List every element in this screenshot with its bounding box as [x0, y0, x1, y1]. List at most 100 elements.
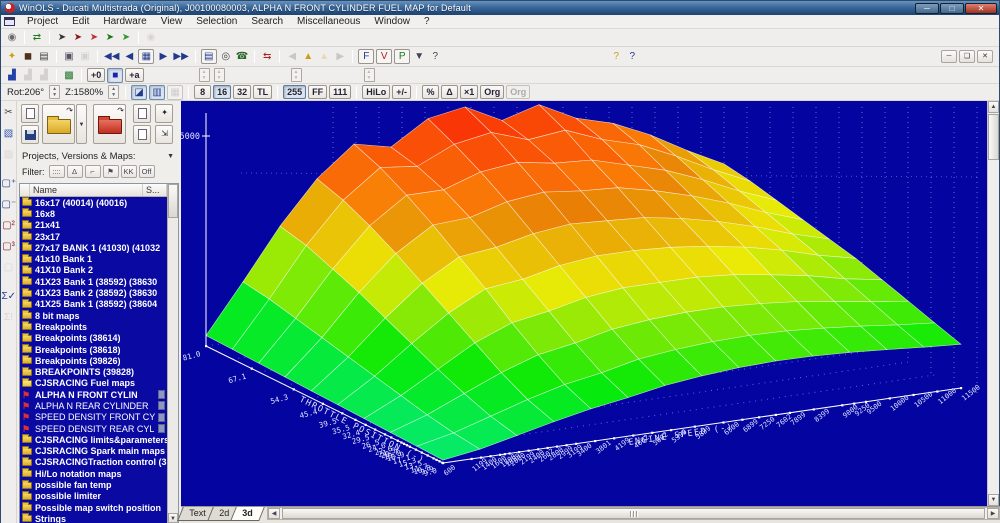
scroll-down-icon[interactable]: ▼: [988, 494, 999, 506]
filter-button-3[interactable]: ⚑: [103, 165, 119, 178]
tree-item[interactable]: 8 bit maps: [20, 310, 178, 321]
copy-icon[interactable]: ▧: [2, 126, 16, 141]
tree-header-size[interactable]: S...: [143, 184, 167, 196]
minimize-button[interactable]: ─: [915, 3, 939, 14]
scope-combo[interactable]: Projects, Versions & Maps: ▼: [17, 149, 181, 164]
prev-map-icon[interactable]: ◀: [121, 49, 137, 64]
cut-icon[interactable]: ✂: [2, 105, 16, 120]
view-bars-icon[interactable]: ▥: [149, 85, 165, 100]
offset-zero-button[interactable]: +0: [87, 68, 105, 82]
filter-button-5[interactable]: Off: [139, 165, 155, 178]
mdi-close-button[interactable]: ✕: [977, 50, 993, 63]
bits-float-button[interactable]: TL: [253, 85, 272, 99]
add-version-button[interactable]: [133, 104, 151, 123]
filter-button-0[interactable]: ::::: [49, 165, 65, 178]
tip-icon[interactable]: ?: [608, 49, 624, 64]
tree-item[interactable]: 16x17 (40014) (40016): [20, 197, 178, 208]
remove-version-icon[interactable]: ▢⁻: [2, 197, 16, 212]
chart-vertical-scrollbar[interactable]: ▲ ▼: [987, 101, 999, 506]
tree-item[interactable]: CJSRACING Fuel maps: [20, 378, 178, 389]
tab-3d[interactable]: 3d: [230, 507, 264, 521]
menu-search[interactable]: Search: [244, 15, 290, 29]
menu-hardware[interactable]: Hardware: [96, 15, 153, 29]
tree-scrollbar-thumb[interactable]: [168, 184, 178, 218]
cursor-mark-icon[interactable]: ➤: [54, 30, 70, 45]
fill-blue-icon[interactable]: ■: [107, 68, 123, 83]
tree-item[interactable]: BREAKPOINTS (39828): [20, 366, 178, 377]
tree-header-icon-col[interactable]: [20, 184, 30, 196]
tree-item[interactable]: 41X10 Bank 2: [20, 265, 178, 276]
display-hex-button[interactable]: FF: [308, 85, 327, 99]
new-version-icon[interactable]: ▢⁺: [2, 176, 16, 191]
percent-button[interactable]: %: [422, 85, 439, 99]
tree-item[interactable]: 41X23 Bank 1 (38592) (38630: [20, 276, 178, 287]
times1-button[interactable]: ×1: [460, 85, 478, 99]
filter-button-4[interactable]: KK: [121, 165, 137, 178]
tree-item[interactable]: 27x17 BANK 1 (41030) (41032: [20, 242, 178, 253]
save-project-button[interactable]: [21, 125, 39, 144]
maximize-button[interactable]: □: [940, 3, 964, 14]
display-dec-button[interactable]: 255: [283, 85, 306, 99]
export-map-button[interactable]: ⇲: [155, 125, 173, 144]
help-icon[interactable]: ?: [427, 49, 443, 64]
tree-item[interactable]: Breakpoints: [20, 321, 178, 332]
bits-16-button[interactable]: 16: [213, 85, 231, 99]
tree-item[interactable]: ⚑ALPHA N FRONT CYLIN23: [20, 389, 178, 400]
tree-item[interactable]: 41x10 Bank 1: [20, 253, 178, 264]
menu-view[interactable]: View: [154, 15, 190, 29]
sync-arrows-icon[interactable]: ⇄: [29, 30, 45, 45]
tree-item[interactable]: CJSRACING Spark main maps: [20, 446, 178, 457]
map-list-icon[interactable]: ▤: [201, 49, 217, 64]
cursor-append-icon[interactable]: ➤: [118, 30, 134, 45]
filter-button-2[interactable]: ⌐: [85, 165, 101, 178]
sign-button[interactable]: +/-: [392, 85, 411, 99]
wizard-icon[interactable]: ✦: [4, 49, 20, 64]
context-help-icon[interactable]: ?: [624, 49, 640, 64]
bits-32-button[interactable]: 32: [233, 85, 251, 99]
spinner[interactable]: ▲▼: [108, 85, 119, 99]
hscroll-thumb[interactable]: [282, 508, 985, 519]
version2-icon[interactable]: ▢²: [2, 218, 16, 233]
next-map-icon[interactable]: ▶: [155, 49, 171, 64]
tree-scroll-down-icon[interactable]: ▼: [168, 513, 178, 523]
cursor-remove-icon[interactable]: ➤: [86, 30, 102, 45]
view-dropdown-icon[interactable]: ▼: [411, 49, 427, 64]
tree-item[interactable]: Breakpoints (38614): [20, 333, 178, 344]
tree-item[interactable]: Hi/Lo notation maps: [20, 468, 178, 479]
delta-button[interactable]: Δ: [441, 85, 458, 99]
tree-item[interactable]: 23x17: [20, 231, 178, 242]
close-button[interactable]: ✕: [965, 3, 997, 14]
tree-item[interactable]: possible limiter: [20, 491, 178, 502]
layers-check-icon[interactable]: ▩: [61, 68, 77, 83]
tree-item[interactable]: Breakpoints (39826): [20, 355, 178, 366]
org2-button[interactable]: Org: [506, 85, 530, 99]
p-view-icon[interactable]: P: [394, 49, 410, 64]
last-map-icon[interactable]: ▶▶: [171, 49, 190, 64]
map-chart-icon[interactable]: ▟: [4, 68, 20, 83]
tree-item[interactable]: Strings: [20, 513, 178, 523]
view-3d-icon[interactable]: ◪: [131, 85, 147, 100]
menu-edit[interactable]: Edit: [65, 15, 96, 29]
menu-selection[interactable]: Selection: [189, 15, 244, 29]
chevron-down-icon[interactable]: ▼: [164, 152, 177, 161]
preview-icon[interactable]: ◎: [218, 49, 234, 64]
address-book-icon[interactable]: ◼: [20, 49, 36, 64]
export-version-button[interactable]: [133, 125, 151, 144]
mdi-restore-button[interactable]: ❏: [959, 50, 975, 63]
display-bin-button[interactable]: 111: [329, 85, 351, 99]
new-project-button[interactable]: [21, 104, 39, 123]
tree-item[interactable]: 21x41: [20, 220, 178, 231]
tree-item[interactable]: Breakpoints (38618): [20, 344, 178, 355]
map-grid-icon[interactable]: ▦: [138, 49, 154, 64]
filter-button-1[interactable]: Δ: [67, 165, 83, 178]
phone-icon[interactable]: ☎: [234, 49, 250, 64]
tree-item[interactable]: ⚑SPEED DENSITY FRONT CY25: [20, 412, 178, 423]
scroll-left-icon[interactable]: ◀: [268, 508, 280, 519]
mdi-minimize-button[interactable]: ─: [941, 50, 957, 63]
offset-a-button[interactable]: +a: [125, 68, 143, 82]
up-gold-icon[interactable]: ▲: [300, 49, 316, 64]
cursor-next-icon[interactable]: ➤: [102, 30, 118, 45]
import-project-button[interactable]: ↷: [93, 104, 126, 144]
tree-item[interactable]: 41X23 Bank 2 (38592) (38630: [20, 287, 178, 298]
scroll-up-icon[interactable]: ▲: [988, 101, 999, 113]
